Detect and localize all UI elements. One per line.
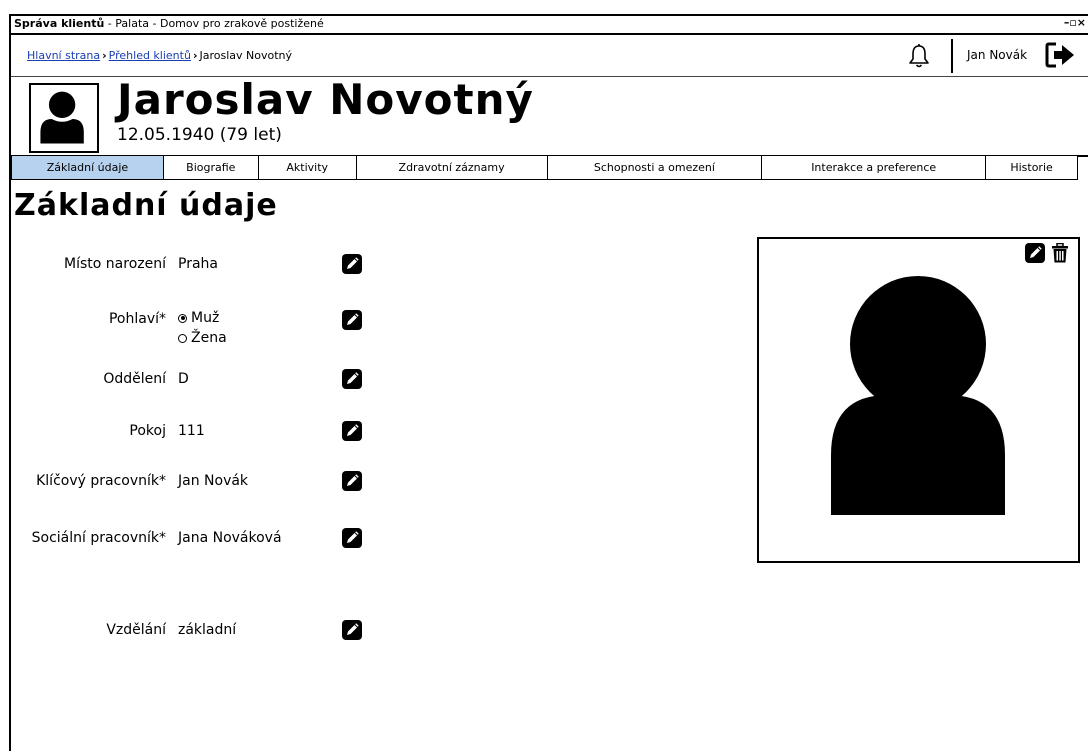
breadcrumb: Hlavní strana › Přehled klientů › Jaroslav N… bbox=[27, 49, 292, 62]
edit-gender-button[interactable] bbox=[342, 310, 362, 330]
client-photo-frame bbox=[757, 237, 1080, 563]
department-label: Oddělení bbox=[103, 371, 166, 387]
edit-education-button[interactable] bbox=[342, 620, 362, 640]
education-label: Vzdělání bbox=[106, 622, 166, 638]
education-value: základní bbox=[178, 622, 237, 638]
edit-photo-button[interactable] bbox=[1025, 243, 1045, 263]
client-name: Jaroslav Novotný bbox=[117, 75, 534, 124]
tab-basic-info[interactable]: Základní údaje bbox=[12, 156, 164, 179]
gender-option-male-label: Muž bbox=[191, 310, 220, 326]
breadcrumb-separator: › bbox=[102, 49, 107, 62]
radio-checked-icon[interactable] bbox=[178, 313, 187, 323]
trash-icon[interactable] bbox=[1051, 243, 1069, 263]
edit-social-worker-button[interactable] bbox=[342, 528, 362, 548]
person-icon bbox=[40, 91, 84, 144]
department-value: D bbox=[178, 371, 189, 387]
breadcrumb-current: Jaroslav Novotný bbox=[199, 49, 293, 62]
gender-option-female[interactable]: Žena bbox=[178, 330, 227, 346]
tab-history[interactable]: Historie bbox=[986, 156, 1078, 179]
breadcrumb-overview-link[interactable]: Přehled klientů bbox=[109, 49, 191, 62]
key-worker-label: Klíčový pracovník* bbox=[36, 473, 166, 489]
logout-icon[interactable] bbox=[1045, 41, 1077, 69]
gender-option-female-label: Žena bbox=[191, 330, 227, 346]
tab-bar: Základní údaje Biografie Aktivity Zdravo… bbox=[11, 155, 1078, 180]
window-titlebar: Správa klientů - Palata - Domov pro zrak… bbox=[11, 16, 1088, 35]
tab-biography[interactable]: Biografie bbox=[163, 156, 259, 179]
tab-interactions[interactable]: Interakce a preference bbox=[762, 156, 987, 179]
tab-activities[interactable]: Aktivity bbox=[258, 156, 357, 179]
top-bar: Hlavní strana › Přehled klientů › Jaroslav N… bbox=[11, 35, 1088, 77]
gender-label: Pohlaví* bbox=[108, 311, 166, 327]
radio-unchecked-icon[interactable] bbox=[178, 333, 187, 343]
room-label: Pokoj bbox=[129, 423, 166, 439]
window-title-app: Správa klientů bbox=[14, 17, 105, 30]
social-worker-label: Sociální pracovník* bbox=[31, 530, 166, 546]
social-worker-value: Jana Nováková bbox=[178, 530, 282, 546]
section-title: Základní údaje bbox=[14, 188, 278, 223]
birthplace-label: Místo narození bbox=[64, 256, 166, 272]
user-name[interactable]: Jan Novák bbox=[967, 48, 1027, 62]
user-separator bbox=[951, 39, 953, 73]
gender-option-male[interactable]: Muž bbox=[178, 310, 227, 326]
room-value: 111 bbox=[178, 423, 205, 439]
client-avatar bbox=[29, 83, 99, 153]
client-header: Jaroslav Novotný 12.05.1940 (79 let) bbox=[11, 75, 1088, 157]
bell-icon[interactable] bbox=[907, 43, 931, 69]
edit-room-button[interactable] bbox=[342, 421, 362, 441]
window-title-rest: - Palata - Domov pro zrakově postižené bbox=[104, 17, 324, 30]
tab-health-records[interactable]: Zdravotní záznamy bbox=[356, 156, 548, 179]
window-controls[interactable]: –▫× bbox=[1064, 16, 1086, 29]
edit-key-worker-button[interactable] bbox=[342, 471, 362, 491]
tab-abilities[interactable]: Schopnosti a omezení bbox=[547, 156, 763, 179]
edit-department-button[interactable] bbox=[342, 369, 362, 389]
gender-radio-group: Muž Žena bbox=[178, 310, 227, 346]
breadcrumb-separator: › bbox=[192, 49, 198, 62]
edit-birthplace-button[interactable] bbox=[342, 254, 362, 274]
person-icon bbox=[831, 276, 1005, 515]
breadcrumb-home-link[interactable]: Hlavní strana bbox=[27, 49, 100, 62]
birthplace-value: Praha bbox=[178, 256, 218, 272]
key-worker-value: Jan Novák bbox=[178, 473, 249, 489]
client-birthdate: 12.05.1940 (79 let) bbox=[117, 125, 282, 145]
